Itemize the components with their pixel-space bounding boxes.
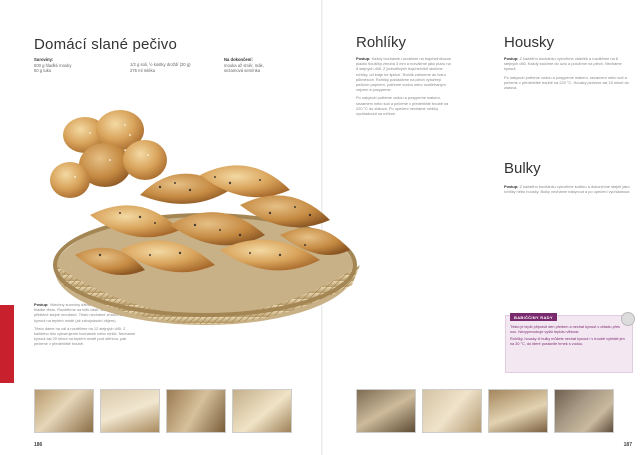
ingredient-line: 1/2 g soli, ½ kostky droždí (20 g) (130, 62, 191, 67)
housky-paragraph: Z každého bochánku vytvoříme váleček a r… (504, 56, 622, 72)
bulky-text: Postup: Z každého bochánku vytvoříme kul… (504, 184, 632, 194)
housky-paragraph: Po nakynutí potřeme vodou a posypeme mak… (504, 74, 629, 91)
step-photo (422, 389, 482, 433)
step-photo (100, 389, 160, 433)
ingredient-line: 50 g tuku (34, 68, 52, 74)
finishing-label: Na dokončení: (224, 57, 253, 62)
tip-paragraph: Rohlíky, housky či bulky můžete nechat k… (510, 337, 625, 346)
left-thumbnails (34, 389, 292, 433)
ingredients-col-1: Suroviny: 500 g hladké mouky 50 g tuku (34, 57, 104, 74)
ingredients-col-2: 1/2 g soli, ½ kostky droždí (20 g) 275 m… (130, 62, 210, 73)
ingredient-line: sezamová semínka (224, 68, 261, 74)
section-title-bulky: Bulky (504, 160, 541, 177)
right-thumbnails (356, 389, 614, 433)
tip-icon (621, 312, 635, 326)
ingredient-line: mouka až směr, mák, (224, 62, 264, 68)
tip-text: Těsto je lepší připravit den předem a ne… (510, 325, 628, 349)
chapter-marker (0, 305, 14, 383)
page-title: Domácí slané pečivo (34, 36, 178, 53)
rohliky-paragraph: Každý bochánek rozválíme na trojúhelníko… (356, 56, 452, 93)
tip-box: BABIČČINY RADY Těsto je lepší připravit … (505, 312, 635, 373)
ingredients-label: Suroviny: (34, 57, 54, 62)
ingredient-line: 500 g hladké mouky (34, 62, 72, 68)
step-photo (554, 389, 614, 433)
ingredient-line: 275 ml mléka (130, 67, 155, 73)
tip-heading: BABIČČINY RADY (510, 313, 557, 321)
bulky-paragraph: Z každého bochánku vytvoříme kuličku a d… (504, 184, 631, 195)
bread-basket-photo (50, 110, 360, 325)
section-title-rohliky: Rohlíky (356, 34, 407, 51)
ingredients-col-3: Na dokončení: mouka až směr, mák, sezamo… (224, 57, 284, 74)
step-photo (166, 389, 226, 433)
step-photo (34, 389, 94, 433)
page-number: 187 (623, 442, 632, 448)
housky-text: Postup: Z každého bochánku vytvoříme vál… (504, 56, 632, 90)
step-photo (356, 389, 416, 433)
page-number: 186 (34, 442, 43, 448)
section-title-housky: Housky (504, 34, 555, 51)
step-photo (488, 389, 548, 433)
step-photo (232, 389, 292, 433)
tip-paragraph: Těsto je lepší připravit den předem a ne… (510, 325, 620, 334)
